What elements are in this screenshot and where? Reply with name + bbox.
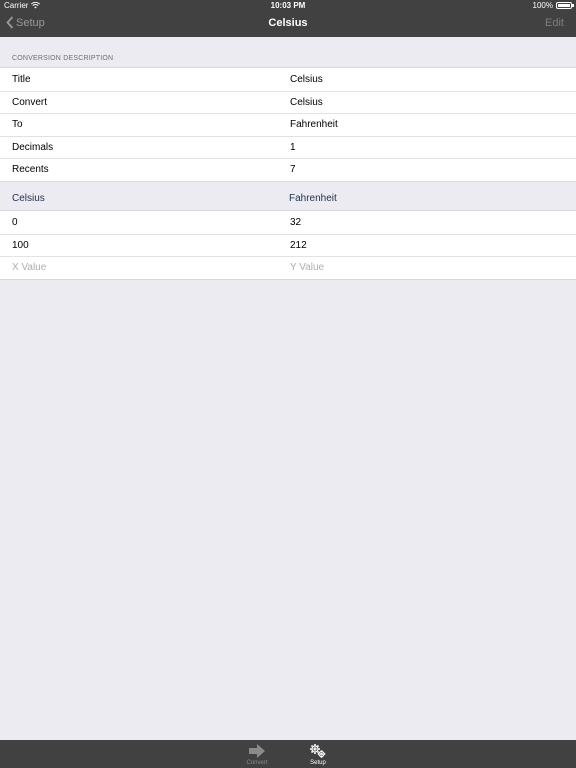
tab-setup-label: Setup — [310, 760, 326, 766]
tab-bar: Convert Setup — [0, 740, 576, 768]
row-value: Celsius — [290, 74, 323, 85]
gears-icon — [310, 744, 326, 758]
description-group: Title Celsius Convert Celsius To Fahrenh… — [0, 67, 576, 182]
new-value-row: X Value Y Value — [0, 256, 576, 279]
x-value: 0 — [12, 217, 18, 228]
row-label: Convert — [12, 96, 48, 108]
tab-convert-label: Convert — [246, 760, 268, 766]
page-title: Celsius — [268, 17, 308, 29]
y-value: 32 — [290, 217, 302, 228]
y-value-input[interactable]: Y Value — [290, 262, 324, 273]
tab-convert[interactable]: Convert — [237, 743, 277, 766]
battery-indicator: 100% — [532, 1, 574, 10]
battery-icon — [556, 2, 574, 9]
row-label: Recents — [12, 164, 49, 175]
battery-percent: 100% — [532, 1, 553, 10]
description-row-convert[interactable]: Convert Celsius — [0, 90, 576, 114]
description-row-title[interactable]: Title Celsius — [0, 68, 576, 91]
table-row[interactable]: 100 212 — [0, 233, 576, 257]
x-value: 100 — [12, 239, 29, 251]
description-row-to[interactable]: To Fahrenheit — [0, 113, 576, 136]
row-value: 7 — [290, 164, 296, 175]
section-header-description: CONVERSION DESCRIPTION — [12, 55, 114, 62]
description-row-decimals[interactable]: Decimals 1 — [0, 135, 576, 159]
x-value-input[interactable]: X Value — [12, 262, 46, 273]
value-table-header: Celsius Fahrenheit — [0, 193, 576, 211]
back-button[interactable]: Setup — [6, 16, 45, 29]
row-value: 1 — [290, 141, 296, 153]
row-label: Decimals — [12, 141, 54, 153]
row-label: Title — [12, 74, 31, 85]
navigation-bar: Setup Celsius Edit — [0, 12, 576, 37]
arrow-right-icon — [249, 744, 265, 758]
row-value: Celsius — [290, 96, 323, 108]
value-table: 0 32 100 212 X Value Y Value — [0, 210, 576, 280]
column-header-x: Celsius — [12, 193, 45, 204]
y-value: 212 — [290, 239, 307, 251]
back-button-label: Setup — [16, 16, 45, 29]
chevron-left-icon — [6, 16, 14, 29]
column-header-y: Fahrenheit — [289, 193, 337, 204]
row-label: To — [12, 119, 23, 130]
table-row[interactable]: 0 32 — [0, 211, 576, 234]
status-bar: Carrier 10:03 PM 100% — [0, 0, 576, 12]
description-row-recents[interactable]: Recents 7 — [0, 158, 576, 181]
status-time: 10:03 PM — [270, 1, 306, 10]
row-value: Fahrenheit — [290, 119, 338, 130]
tab-setup[interactable]: Setup — [298, 743, 338, 766]
edit-button[interactable]: Edit — [545, 17, 564, 29]
